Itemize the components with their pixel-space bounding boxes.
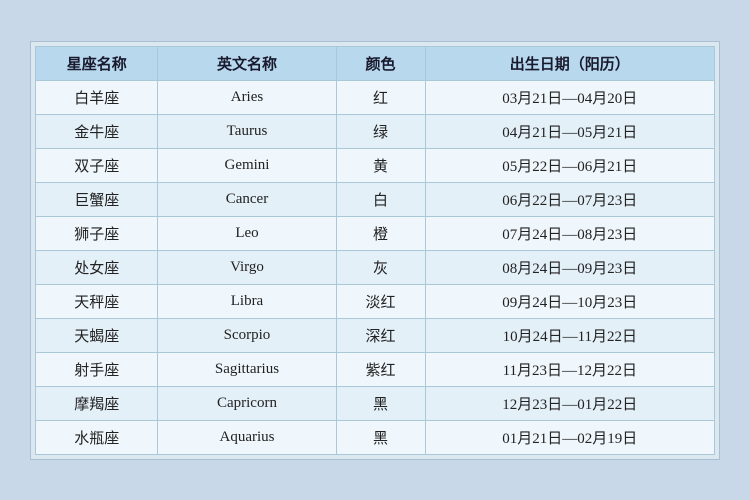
cell-en: Capricorn: [158, 386, 336, 420]
cell-en: Scorpio: [158, 318, 336, 352]
header-color: 颜色: [336, 46, 425, 80]
cell-date: 10月24日—11月22日: [425, 318, 714, 352]
cell-zh: 白羊座: [36, 80, 158, 114]
cell-en: Gemini: [158, 148, 336, 182]
table-row: 水瓶座Aquarius黑01月21日—02月19日: [36, 420, 715, 454]
header-zh: 星座名称: [36, 46, 158, 80]
cell-zh: 狮子座: [36, 216, 158, 250]
table-row: 白羊座Aries红03月21日—04月20日: [36, 80, 715, 114]
table-row: 金牛座Taurus绿04月21日—05月21日: [36, 114, 715, 148]
cell-color: 紫红: [336, 352, 425, 386]
cell-color: 深红: [336, 318, 425, 352]
table-header-row: 星座名称 英文名称 颜色 出生日期（阳历）: [36, 46, 715, 80]
table-row: 狮子座Leo橙07月24日—08月23日: [36, 216, 715, 250]
cell-color: 橙: [336, 216, 425, 250]
cell-zh: 摩羯座: [36, 386, 158, 420]
cell-color: 黑: [336, 386, 425, 420]
cell-zh: 射手座: [36, 352, 158, 386]
cell-date: 01月21日—02月19日: [425, 420, 714, 454]
cell-color: 绿: [336, 114, 425, 148]
cell-zh: 处女座: [36, 250, 158, 284]
cell-date: 08月24日—09月23日: [425, 250, 714, 284]
cell-en: Leo: [158, 216, 336, 250]
table-row: 天蝎座Scorpio深红10月24日—11月22日: [36, 318, 715, 352]
table-row: 巨蟹座Cancer白06月22日—07月23日: [36, 182, 715, 216]
table-row: 射手座Sagittarius紫红11月23日—12月22日: [36, 352, 715, 386]
cell-en: Aries: [158, 80, 336, 114]
cell-date: 03月21日—04月20日: [425, 80, 714, 114]
header-date: 出生日期（阳历）: [425, 46, 714, 80]
cell-date: 12月23日—01月22日: [425, 386, 714, 420]
cell-en: Sagittarius: [158, 352, 336, 386]
cell-en: Cancer: [158, 182, 336, 216]
table-row: 处女座Virgo灰08月24日—09月23日: [36, 250, 715, 284]
cell-color: 白: [336, 182, 425, 216]
cell-date: 04月21日—05月21日: [425, 114, 714, 148]
cell-zh: 天蝎座: [36, 318, 158, 352]
cell-zh: 金牛座: [36, 114, 158, 148]
cell-date: 07月24日—08月23日: [425, 216, 714, 250]
cell-zh: 双子座: [36, 148, 158, 182]
cell-zh: 天秤座: [36, 284, 158, 318]
cell-date: 06月22日—07月23日: [425, 182, 714, 216]
cell-color: 黑: [336, 420, 425, 454]
table-row: 天秤座Libra淡红09月24日—10月23日: [36, 284, 715, 318]
zodiac-table: 星座名称 英文名称 颜色 出生日期（阳历） 白羊座Aries红03月21日—04…: [35, 46, 715, 455]
cell-color: 灰: [336, 250, 425, 284]
cell-zh: 水瓶座: [36, 420, 158, 454]
table-row: 双子座Gemini黄05月22日—06月21日: [36, 148, 715, 182]
cell-en: Aquarius: [158, 420, 336, 454]
cell-date: 05月22日—06月21日: [425, 148, 714, 182]
cell-color: 淡红: [336, 284, 425, 318]
table-row: 摩羯座Capricorn黑12月23日—01月22日: [36, 386, 715, 420]
cell-color: 黄: [336, 148, 425, 182]
cell-en: Libra: [158, 284, 336, 318]
cell-en: Taurus: [158, 114, 336, 148]
cell-date: 11月23日—12月22日: [425, 352, 714, 386]
header-en: 英文名称: [158, 46, 336, 80]
cell-color: 红: [336, 80, 425, 114]
cell-date: 09月24日—10月23日: [425, 284, 714, 318]
zodiac-table-container: 星座名称 英文名称 颜色 出生日期（阳历） 白羊座Aries红03月21日—04…: [30, 41, 720, 460]
cell-zh: 巨蟹座: [36, 182, 158, 216]
cell-en: Virgo: [158, 250, 336, 284]
